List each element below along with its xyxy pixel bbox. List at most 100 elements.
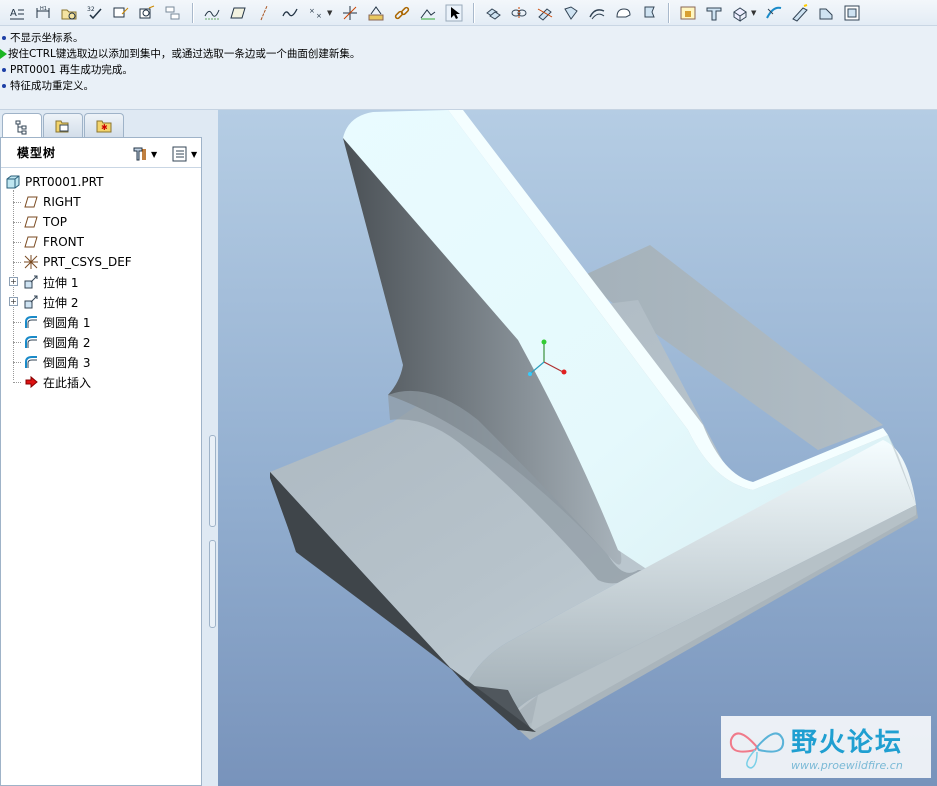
tree-item-label: PRT0001.PRT <box>25 175 104 189</box>
svg-text:✱: ✱ <box>101 123 108 132</box>
settings-list-icon <box>172 146 187 162</box>
axis-icon[interactable] <box>251 2 276 24</box>
blend-icon[interactable] <box>787 2 812 24</box>
insert-here-icon <box>23 374 39 390</box>
tree-item-label: FRONT <box>43 235 84 249</box>
tree-item-round-2[interactable]: 倒圆角 2 <box>1 332 201 352</box>
shell-dropdown-icon[interactable]: ▼ <box>751 9 758 17</box>
butterfly-logo-icon <box>729 732 785 769</box>
rib-icon[interactable] <box>813 2 838 24</box>
model-tree-icon <box>15 120 27 134</box>
watermark-url: www.proewildfire.cn <box>791 759 903 772</box>
datum-plane-icon <box>23 194 39 210</box>
panel-splitter[interactable] <box>206 110 218 786</box>
view-icon[interactable] <box>415 2 440 24</box>
tree-tools-button[interactable]: ▼ <box>131 144 157 164</box>
expand-icon[interactable]: + <box>9 297 18 306</box>
extrude-icon <box>23 274 39 290</box>
tree-connector <box>13 242 21 243</box>
navigator-panel: ✱ 模型树 ▼ ▼ PRT0001.PRT RIGHT TOP FRONT PR… <box>0 110 218 786</box>
tree-item-insert-here[interactable]: 在此插入 <box>1 372 201 392</box>
tree-item-right[interactable]: RIGHT <box>1 192 201 212</box>
cursor-icon[interactable] <box>441 2 466 24</box>
message-line: 特征成功重定义。 <box>0 78 937 94</box>
dimension-icon[interactable]: H1 <box>30 2 55 24</box>
toolbar-separator <box>192 2 193 23</box>
expand-icon[interactable]: + <box>9 277 18 286</box>
copy-icon[interactable] <box>480 2 505 24</box>
extend-icon[interactable] <box>610 2 635 24</box>
tree-connector <box>13 342 21 343</box>
tree-settings-button[interactable]: ▼ <box>171 144 197 164</box>
splitter-grip[interactable] <box>209 540 216 628</box>
chevron-down-icon: ▼ <box>191 149 198 159</box>
tree-item-round-3[interactable]: 倒圆角 3 <box>1 352 201 372</box>
folder-icon[interactable] <box>56 2 81 24</box>
shell-icon[interactable] <box>727 2 752 24</box>
info-bullet-icon <box>2 68 6 72</box>
tree-list: PRT0001.PRT RIGHT TOP FRONT PRT_CSYS_DEF… <box>1 168 201 392</box>
arrow-icon[interactable] <box>108 2 133 24</box>
round-icon <box>23 354 39 370</box>
solidify-icon[interactable] <box>701 2 726 24</box>
plane-icon[interactable] <box>225 2 250 24</box>
tree-item-label: PRT_CSYS_DEF <box>43 255 132 269</box>
csys-icon <box>23 254 39 270</box>
tab-folder-browser[interactable] <box>43 113 83 137</box>
sweep-icon[interactable] <box>761 2 786 24</box>
tree-item-top[interactable]: TOP <box>1 212 201 232</box>
analysis-icon[interactable] <box>363 2 388 24</box>
tab-model-tree[interactable] <box>2 113 42 139</box>
favorites-icon: ✱ <box>96 120 112 132</box>
csys-icon[interactable] <box>337 2 362 24</box>
tree-item-label: 拉伸 1 <box>43 275 79 290</box>
tree-item-label: 拉伸 2 <box>43 295 79 310</box>
message-text: 按住CTRL键选取边以添加到集中，或通过选取一条边或一个曲面创建新集。 <box>8 48 361 60</box>
intersect-icon[interactable] <box>584 2 609 24</box>
point-dropdown-icon[interactable]: ▼ <box>327 9 334 17</box>
tree-connector <box>13 322 21 323</box>
datum-plane-icon <box>23 214 39 230</box>
navigator-tabs: ✱ <box>0 113 218 139</box>
tree-item-label: 倒圆角 2 <box>43 335 91 350</box>
datum-curve-icon[interactable] <box>199 2 224 24</box>
trim-icon[interactable] <box>532 2 557 24</box>
tree-item-extrude-2[interactable]: + 拉伸 2 <box>1 292 201 312</box>
message-line: 按住CTRL键选取边以添加到集中，或通过选取一条边或一个曲面创建新集。 <box>0 46 937 62</box>
mirror-icon[interactable] <box>506 2 531 24</box>
svg-text:×: × <box>316 12 322 20</box>
watermark-title: 野火论坛 <box>791 728 904 758</box>
tree-connector <box>13 222 21 223</box>
sketch-icon[interactable] <box>134 2 159 24</box>
message-text: PRT0001 再生成功完成。 <box>10 64 133 76</box>
splitter-grip[interactable] <box>209 435 216 527</box>
thicken-icon[interactable] <box>675 2 700 24</box>
text-style-icon[interactable]: A <box>4 2 29 24</box>
offset-icon[interactable] <box>636 2 661 24</box>
spline-icon[interactable] <box>277 2 302 24</box>
tab-favorites[interactable]: ✱ <box>84 113 124 137</box>
point-icon[interactable]: × × <box>303 2 328 24</box>
tree-item-round-1[interactable]: 倒圆角 1 <box>1 312 201 332</box>
svg-text:H1: H1 <box>40 6 47 12</box>
chevron-down-icon: ▼ <box>151 149 158 159</box>
model-tree-header: 模型树 ▼ ▼ <box>1 138 201 168</box>
tree-item-csys[interactable]: PRT_CSYS_DEF <box>1 252 201 272</box>
draft-icon[interactable] <box>839 2 864 24</box>
tree-item-part[interactable]: PRT0001.PRT <box>1 172 201 192</box>
link-icon[interactable] <box>389 2 414 24</box>
toolbar-separator <box>473 2 474 23</box>
merge-icon[interactable] <box>558 2 583 24</box>
graphics-viewport[interactable]: 野火论坛 www.proewildfire.cn <box>218 110 937 786</box>
prompt-arrow-icon <box>0 49 7 59</box>
check-icon[interactable]: 32 <box>82 2 107 24</box>
folder-browser-icon <box>55 120 69 132</box>
tree-item-extrude-1[interactable]: + 拉伸 1 <box>1 272 201 292</box>
info-bullet-icon <box>2 84 6 88</box>
tree-item-front[interactable]: FRONT <box>1 232 201 252</box>
tree-connector <box>13 202 21 203</box>
message-line: PRT0001 再生成功完成。 <box>0 62 937 78</box>
repeat-icon[interactable] <box>160 2 185 24</box>
model-tree-title: 模型树 <box>17 146 57 160</box>
toolbar: A H1 32 × × ▼ ▼ <box>0 0 937 26</box>
